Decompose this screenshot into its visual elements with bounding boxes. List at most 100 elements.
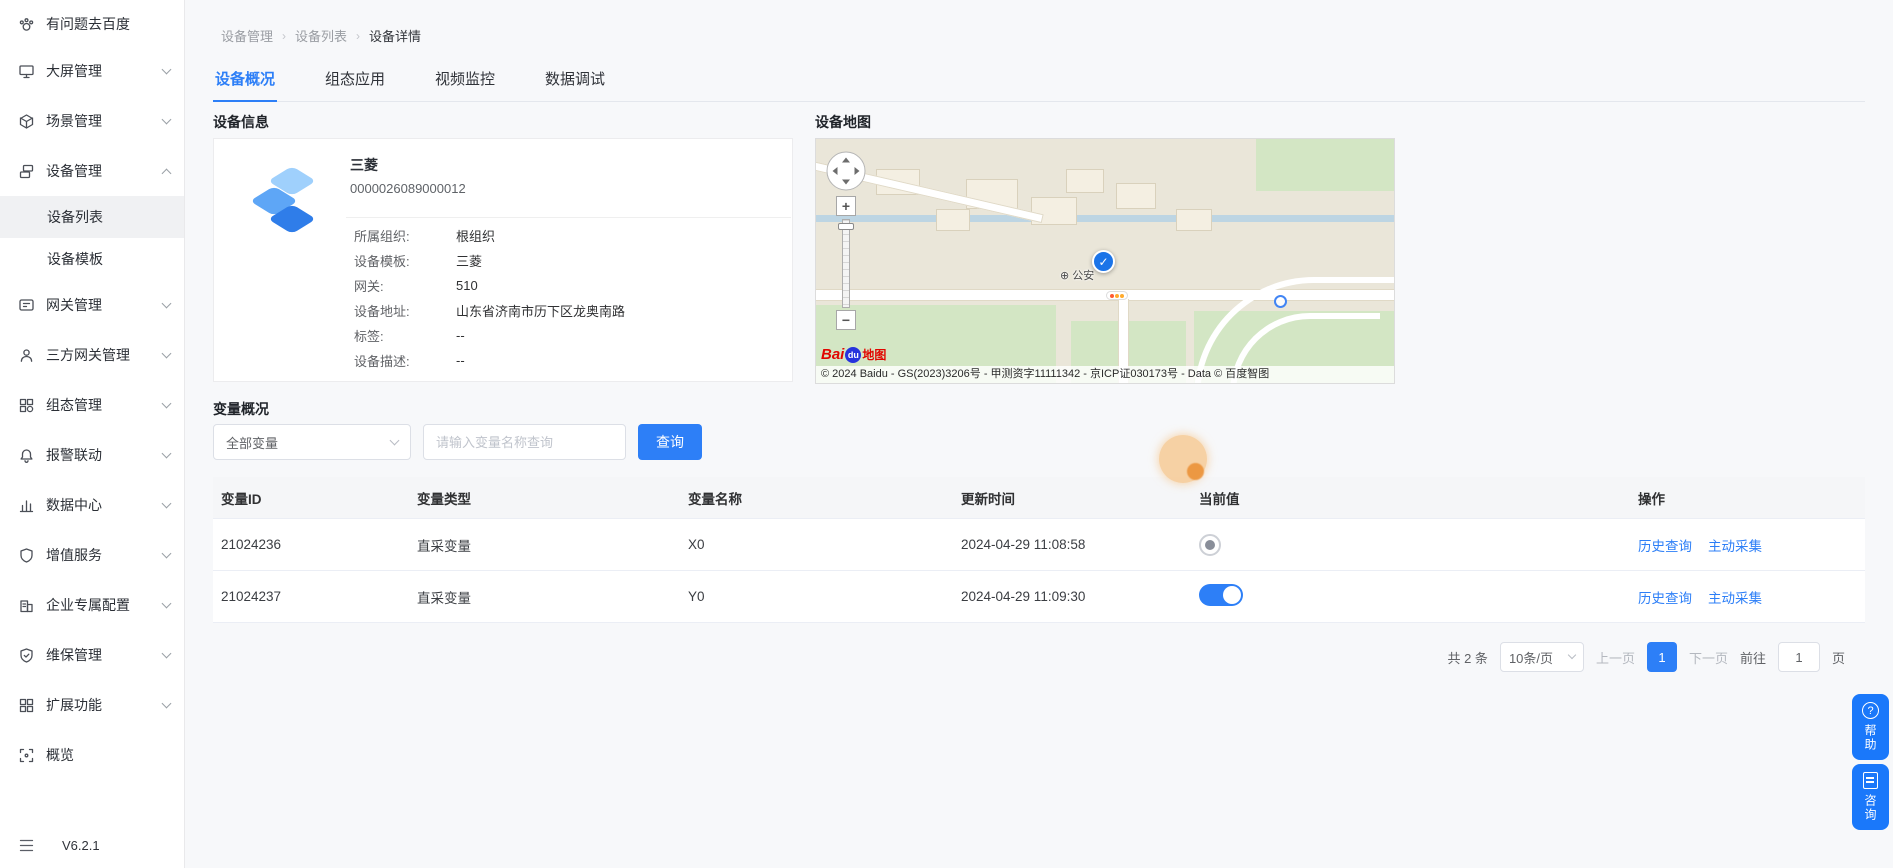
sidebar-subitem-device-template[interactable]: 设备模板: [0, 238, 184, 280]
chevron-down-icon: [390, 435, 400, 445]
zoom-slider-track[interactable]: [842, 219, 850, 308]
cell-variable-name: X0: [680, 537, 953, 552]
zoom-out-button[interactable]: −: [836, 310, 856, 330]
sidebar-item-scene[interactable]: 场景管理: [0, 96, 184, 146]
map-canal: [816, 215, 1394, 222]
consult-icon: [1863, 772, 1878, 789]
sidebar-item-maintenance[interactable]: 维保管理: [0, 630, 184, 680]
breadcrumb: 设备管理 › 设备列表 › 设备详情: [221, 26, 421, 45]
map-building: [936, 209, 970, 231]
field-value: 510: [456, 278, 478, 293]
sidebar-item-enterprise-config[interactable]: 企业专属配置: [0, 580, 184, 630]
column-header: 更新时间: [953, 488, 1191, 508]
sidebar-item-baidu-help[interactable]: 有问题去百度: [0, 2, 184, 46]
goto-page-input[interactable]: [1778, 642, 1820, 672]
sidebar-item-label: 维保管理: [46, 645, 102, 665]
device-field-row: 标签: --: [354, 323, 780, 348]
collapse-sidebar-icon[interactable]: [18, 837, 35, 854]
map-pan-control[interactable]: [825, 150, 867, 192]
maintenance-icon: [18, 647, 35, 664]
sidebar-item-third-party-gateway[interactable]: 三方网关管理: [0, 330, 184, 380]
chevron-down-icon: [162, 348, 172, 358]
tab-device-overview[interactable]: 设备概况: [213, 68, 277, 101]
selected-option: 全部变量: [226, 433, 278, 452]
prev-page-button[interactable]: 上一页: [1596, 648, 1635, 667]
tab-data-debug[interactable]: 数据调试: [543, 68, 607, 101]
device-field-row: 网关: 510: [354, 273, 780, 298]
device-field-row: 所属组织: 根组织: [354, 223, 780, 248]
cell-update-time: 2024-04-29 11:09:30: [953, 589, 1191, 604]
help-icon: ?: [1862, 702, 1879, 719]
column-header: 变量类型: [409, 488, 680, 508]
baidu-paw-icon: [18, 16, 35, 33]
sidebar-subitem-label: 设备列表: [47, 207, 103, 227]
breadcrumb-item[interactable]: 设备列表: [295, 26, 347, 45]
chevron-down-icon: [162, 114, 172, 124]
sidebar-item-value-added[interactable]: 增值服务: [0, 530, 184, 580]
chevron-down-icon: [162, 598, 172, 608]
alarm-icon: [18, 447, 35, 464]
history-query-link[interactable]: 历史查询: [1638, 535, 1692, 555]
chevron-down-icon: [1568, 651, 1576, 659]
sidebar-item-label: 增值服务: [46, 545, 102, 565]
active-collect-link[interactable]: 主动采集: [1708, 535, 1762, 555]
sidebar-item-label: 场景管理: [46, 111, 102, 131]
column-header: 变量名称: [680, 488, 953, 508]
baidu-logo-map-text: 地图: [862, 346, 886, 363]
field-value: --: [456, 328, 465, 343]
sidebar-subitem-device-list[interactable]: 设备列表: [0, 196, 184, 238]
sidebar-item-gateway[interactable]: 网关管理: [0, 280, 184, 330]
overview-icon: [18, 747, 35, 764]
sidebar-item-label: 有问题去百度: [46, 14, 130, 34]
field-value: 三菱: [456, 251, 482, 270]
poi-police: ⊕ 公安: [1060, 267, 1094, 283]
device-location-marker[interactable]: ✓: [1092, 250, 1115, 273]
breadcrumb-item[interactable]: 设备管理: [221, 26, 273, 45]
cell-variable-id: 21024236: [213, 537, 409, 552]
consult-button[interactable]: 咨询: [1852, 764, 1889, 830]
sidebar-item-configuration[interactable]: 组态管理: [0, 380, 184, 430]
chevron-up-icon: [162, 169, 172, 179]
next-page-button[interactable]: 下一页: [1689, 648, 1728, 667]
device-icon: [18, 163, 35, 180]
table-row: 21024237 直采变量 Y0 2024-04-29 11:09:30 历史查…: [213, 571, 1865, 623]
sidebar-item-label: 三方网关管理: [46, 345, 130, 365]
scene-icon: [18, 113, 35, 130]
sidebar-item-data-center[interactable]: 数据中心: [0, 480, 184, 530]
pagination: 共 2 条 10条/页 上一页 1 下一页 前往 页: [1447, 641, 1845, 673]
device-field-row: 设备地址: 山东省济南市历下区龙奥南路: [354, 298, 780, 323]
field-label: 所属组织:: [354, 226, 456, 245]
baidu-map[interactable]: ⊕ 公安 ✓ + − Bai du 地图 © 2024 Baidu - GS(2…: [815, 138, 1395, 384]
help-button[interactable]: ? 帮助: [1852, 694, 1889, 760]
column-header: 变量ID: [213, 488, 409, 508]
sidebar-item-device[interactable]: 设备管理: [0, 146, 184, 196]
query-button[interactable]: 查询: [638, 424, 702, 460]
field-label: 设备地址:: [354, 301, 456, 320]
gateway-icon: [18, 297, 35, 314]
breadcrumb-separator: ›: [282, 29, 286, 43]
device-id: 0000026089000012: [350, 181, 466, 196]
sidebar-item-big-screen[interactable]: 大屏管理: [0, 46, 184, 96]
sidebar-item-alarm[interactable]: 报警联动: [0, 430, 184, 480]
page-size-select[interactable]: 10条/页: [1500, 642, 1584, 672]
tab-video-monitor[interactable]: 视频监控: [433, 68, 497, 101]
active-collect-link[interactable]: 主动采集: [1708, 587, 1762, 607]
variable-type-select[interactable]: 全部变量: [213, 424, 411, 460]
big-screen-icon: [18, 63, 35, 80]
baidu-logo-badge: du: [845, 347, 861, 363]
sidebar-item-extension[interactable]: 扩展功能: [0, 680, 184, 730]
history-query-link[interactable]: 历史查询: [1638, 587, 1692, 607]
variables-title: 变量概况: [213, 399, 269, 419]
tab-configuration-app[interactable]: 组态应用: [323, 68, 387, 101]
roundabout-icon: [1274, 295, 1287, 308]
sidebar-item-overview[interactable]: 概览: [0, 730, 184, 780]
sidebar-item-label: 概览: [46, 745, 74, 765]
zoom-slider-handle[interactable]: [838, 223, 854, 230]
variable-search-input[interactable]: [423, 424, 626, 460]
value-toggle-on[interactable]: [1199, 584, 1243, 606]
value-toggle-off[interactable]: [1199, 534, 1221, 556]
column-header: 当前值: [1191, 488, 1630, 508]
current-page-button[interactable]: 1: [1647, 642, 1677, 672]
field-value: 山东省济南市历下区龙奥南路: [456, 301, 625, 320]
zoom-in-button[interactable]: +: [836, 196, 856, 216]
